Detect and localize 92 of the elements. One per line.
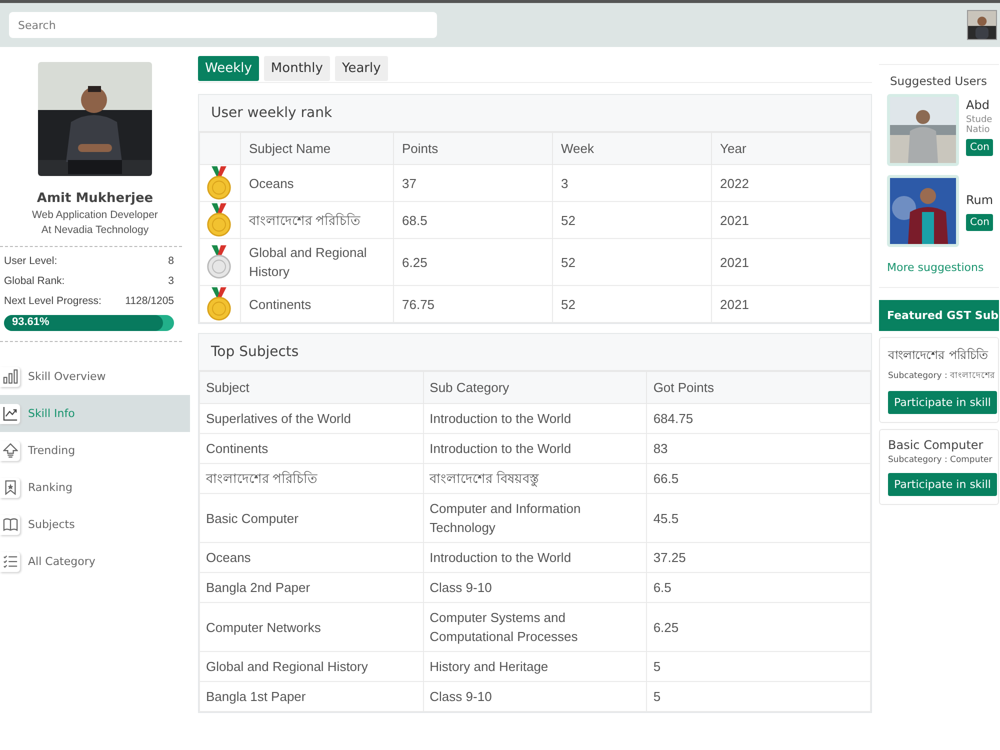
user-detail: Stude: [966, 115, 992, 125]
table-cell: Superlatives of the World: [200, 404, 424, 434]
search-field[interactable]: Search: [9, 12, 437, 38]
column-header: Sub Category: [423, 372, 647, 404]
participate-button[interactable]: Participate in skill: [888, 473, 997, 496]
card-title: Top Subjects: [199, 334, 871, 371]
table-cell: Class 9-10: [423, 682, 647, 712]
table-cell: Introduction to the World: [423, 404, 647, 434]
period-tab[interactable]: Yearly: [334, 56, 388, 81]
stat-value: 3: [168, 275, 174, 287]
table-cell: 2022: [712, 164, 870, 202]
table-cell: Global and Regional History: [200, 652, 424, 682]
subject-title: বাংলাদেশের পরিচিতি: [888, 347, 990, 364]
table-cell: Computer Systems and Computational Processes: [423, 602, 647, 652]
stat-label: Next Level Progress:: [4, 295, 102, 307]
table-cell: 37: [394, 164, 552, 202]
column-header: Subject Name: [240, 132, 394, 164]
stat-label: User Level:: [4, 255, 58, 267]
table-cell: 5: [646, 652, 870, 682]
subject-title: Basic Computer: [888, 438, 984, 452]
nav-item[interactable]: Skill Overview: [0, 358, 190, 395]
column-header: Year: [712, 132, 870, 164]
table-cell: Global and Regional History: [240, 238, 394, 286]
user-name: Abd: [966, 98, 990, 112]
checklist-icon: [2, 554, 18, 569]
user-title: Web Application Developer: [31, 209, 159, 221]
table-cell: 2021: [712, 202, 870, 238]
table-cell: History and Heritage: [423, 652, 647, 682]
table-cell: 2021: [712, 238, 870, 286]
subject-subcategory: Subcategory : বাংলাদেশের: [888, 370, 996, 383]
user-name: Rum: [966, 193, 994, 207]
table-cell: Oceans: [200, 542, 424, 572]
trend-chart-icon: [2, 406, 18, 421]
section-header: Featured GST Sub: [879, 300, 999, 331]
table-cell: বাংলাদেশের পরিচিতি: [200, 464, 424, 494]
table-cell: Continents: [200, 434, 424, 464]
table-cell: Oceans: [240, 164, 394, 202]
more-suggestions-link[interactable]: More suggestions: [879, 256, 999, 288]
table-cell: Bangla 1st Paper: [200, 682, 424, 712]
table-cell: 45.5: [646, 494, 870, 542]
table-cell: 3: [552, 164, 712, 202]
table-cell: Introduction to the World: [423, 434, 647, 464]
nav-item[interactable]: All Category: [0, 543, 190, 580]
table-cell: 83: [646, 434, 870, 464]
connect-button[interactable]: Con: [966, 214, 994, 231]
table-cell: 6.5: [646, 572, 870, 602]
progress-reading: 93.61%: [12, 316, 50, 328]
table-cell: 6.25: [646, 602, 870, 652]
table-cell: 52: [552, 286, 712, 322]
table-cell: Bangla 2nd Paper: [200, 572, 424, 602]
table-cell: Computer Networks: [200, 602, 424, 652]
bar-chart-icon: [2, 369, 18, 384]
table-cell: 68.5: [394, 202, 552, 238]
period-tab[interactable]: Monthly: [264, 56, 330, 81]
table-cell: Introduction to the World: [423, 542, 647, 572]
column-header: Points: [394, 132, 552, 164]
table-cell: 2021: [712, 286, 870, 322]
upload-arrow-icon: [2, 443, 18, 458]
stat-label: Global Rank:: [4, 275, 65, 287]
table-cell: Computer and Information Technology: [423, 494, 647, 542]
table-cell: বাংলাদেশের পরিচিতি: [240, 202, 394, 238]
stat-value: 1128/1205: [125, 295, 174, 307]
stat-value: 8: [168, 255, 174, 267]
table-cell: 76.75: [394, 286, 552, 322]
table-cell: 52: [552, 238, 712, 286]
table-cell: 66.5: [646, 464, 870, 494]
table-cell: Class 9-10: [423, 572, 647, 602]
participate-button[interactable]: Participate in skill: [888, 391, 997, 414]
column-header: Got Points: [646, 372, 870, 404]
table-cell: 684.75: [646, 404, 870, 434]
table-cell: Basic Computer: [200, 494, 424, 542]
table-cell: 5: [646, 682, 870, 712]
nav-item[interactable]: Ranking: [0, 469, 190, 506]
table-cell: বাংলাদেশের বিষয়বস্তু: [423, 464, 647, 494]
section-title: Suggested Users: [889, 73, 988, 90]
nav-item[interactable]: Subjects: [0, 506, 190, 543]
period-tab[interactable]: Weekly: [198, 56, 259, 81]
column-header: Week: [552, 132, 712, 164]
table-cell: 52: [552, 202, 712, 238]
book-icon: [2, 517, 18, 532]
table-cell: 6.25: [394, 238, 552, 286]
connect-button[interactable]: Con: [966, 139, 994, 156]
nav-item[interactable]: Trending: [0, 432, 190, 469]
user-name: Amit Mukherjee: [36, 191, 154, 206]
user-company: At Nevadia Technology: [40, 224, 150, 236]
table-cell: Continents: [240, 286, 394, 322]
subject-subcategory: Subcategory : Computer: [888, 455, 994, 465]
user-detail: Natio: [966, 125, 990, 135]
card-title: User weekly rank: [199, 95, 871, 132]
table-cell: 37.25: [646, 542, 870, 572]
column-header: Subject: [200, 372, 424, 404]
bookmark-star-icon: [2, 480, 18, 495]
